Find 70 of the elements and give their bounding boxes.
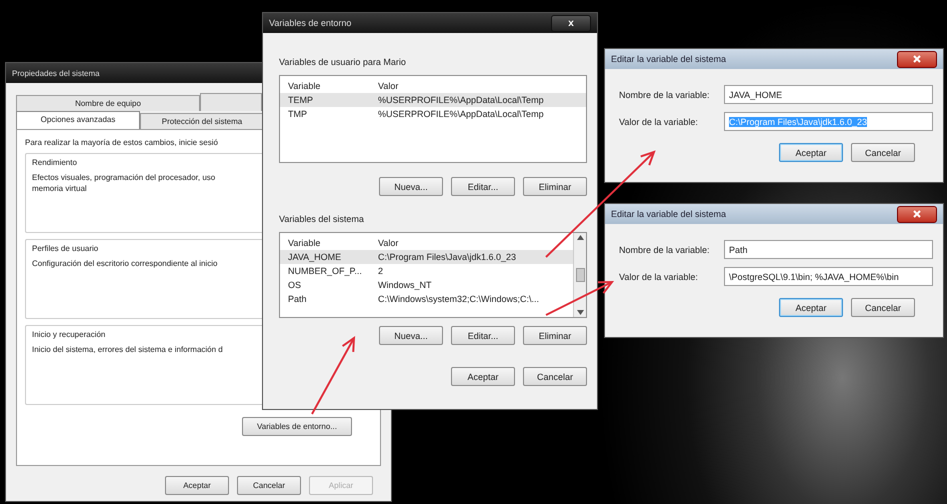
dialog-button[interactable]: Cancelar — [523, 367, 587, 386]
tab[interactable]: Nombre de equipo — [16, 95, 200, 111]
variable-name: TEMP — [288, 94, 314, 106]
field-label: Nombre de la variable: — [619, 244, 711, 254]
variable-value: 2 — [378, 265, 384, 277]
group-title: Perfiles de usuario — [32, 244, 100, 253]
close-button[interactable] — [897, 50, 937, 68]
tab[interactable]: Opciones avanzadas — [16, 111, 140, 129]
field-label: Valor de la variable: — [619, 116, 699, 126]
close-icon[interactable] — [913, 210, 921, 218]
dialog-button[interactable]: Cancelar — [237, 476, 301, 495]
variable-name: NUMBER_OF_P... — [288, 265, 363, 277]
window-title: Editar la variable del sistema — [611, 54, 726, 64]
dialog-button[interactable]: Aceptar — [165, 476, 229, 495]
scroll-down-icon[interactable] — [576, 310, 584, 315]
dialog-button[interactable]: Nueva... — [379, 326, 443, 345]
close-button[interactable] — [897, 206, 937, 222]
window-title: Variables de entorno — [269, 18, 352, 28]
scrollbar[interactable] — [573, 233, 586, 317]
column-header[interactable]: Variable — [288, 80, 378, 92]
window-title: Propiedades del sistema — [12, 68, 100, 78]
column-header[interactable]: Valor — [378, 80, 578, 92]
dialog-button[interactable]: Cancelar — [851, 298, 915, 317]
group-description: Efectos visuales, programación del procesador, uso memoria virtual — [32, 173, 216, 195]
dialog-button[interactable]: Aceptar — [779, 143, 843, 162]
group-description: Inicio del sistema, errores del sistema e información d — [32, 345, 224, 356]
variable-row[interactable]: JAVA_HOME C:\Program Files\Java\jdk1.6.0_23 — [280, 250, 573, 264]
variable-name: OS — [288, 279, 302, 291]
variable-name: TMP — [288, 108, 308, 120]
variable-row[interactable]: TEMP %USERPROFILE%\AppData\Local\Temp — [280, 93, 586, 107]
input-field[interactable]: \PostgreSQL\9.1\bin; %JAVA_HOME%\bin — [724, 267, 933, 286]
variable-value: %USERPROFILE%\AppData\Local\Temp — [378, 108, 545, 120]
variable-value: C:\Program Files\Java\jdk1.6.0_23 — [378, 251, 518, 263]
variable-row[interactable]: Path C:\Windows\system32;C:\Windows;C:\... — [280, 292, 573, 306]
variable-row[interactable]: OS Windows_NT — [280, 278, 573, 292]
field-label: Valor de la variable: — [619, 272, 699, 282]
dialog-button[interactable]: Eliminar — [523, 326, 587, 345]
variable-row[interactable]: NUMBER_OF_P... 2 — [280, 264, 573, 278]
variable-value: C:\Windows\system32;C:\Windows;C:\... — [378, 293, 540, 305]
scroll-thumb[interactable] — [576, 268, 584, 282]
variable-value: Windows_NT — [378, 279, 433, 291]
dialog-button[interactable]: Eliminar — [523, 177, 587, 196]
environment-variables-button[interactable]: Variables de entorno... — [242, 417, 352, 436]
input-field[interactable]: JAVA_HOME — [724, 85, 933, 104]
variable-name: Path — [288, 293, 308, 305]
dialog-button[interactable]: Aceptar — [451, 367, 515, 386]
variable-name: JAVA_HOME — [288, 251, 342, 263]
close-icon[interactable] — [913, 55, 921, 63]
group-description: Configuración del escritorio correspondiente al inicio — [32, 259, 218, 270]
intro-text: Para realizar la mayoría de estos cambios, inicie sesió — [25, 138, 219, 147]
variable-value: %USERPROFILE%\AppData\Local\Temp — [378, 94, 545, 106]
section-title: Variables del sistema — [279, 214, 365, 224]
group-title: Rendimiento — [32, 158, 78, 167]
window-title: Editar la variable del sistema — [611, 209, 726, 219]
dialog-button[interactable]: Cancelar — [851, 143, 915, 162]
dialog-button[interactable]: Aceptar — [779, 298, 843, 317]
group-title: Inicio y recuperación — [32, 330, 106, 339]
input-field[interactable]: Path — [724, 240, 933, 259]
section-title: Variables de usuario para Mario — [279, 57, 407, 67]
dialog-button[interactable]: Editar... — [451, 326, 515, 345]
dialog-button[interactable]: Editar... — [451, 177, 515, 196]
dialog-button[interactable]: Nueva... — [379, 177, 443, 196]
column-header[interactable]: Variable — [288, 237, 378, 249]
close-button[interactable]: x — [551, 14, 591, 32]
field-label: Nombre de la variable: — [619, 90, 711, 100]
column-header[interactable]: Valor — [378, 237, 565, 249]
arrow — [546, 280, 614, 316]
tab[interactable]: Protección del sistema — [140, 113, 264, 129]
variable-row[interactable]: TMP %USERPROFILE%\AppData\Local\Temp — [280, 107, 586, 121]
scroll-up-icon[interactable] — [576, 235, 584, 240]
